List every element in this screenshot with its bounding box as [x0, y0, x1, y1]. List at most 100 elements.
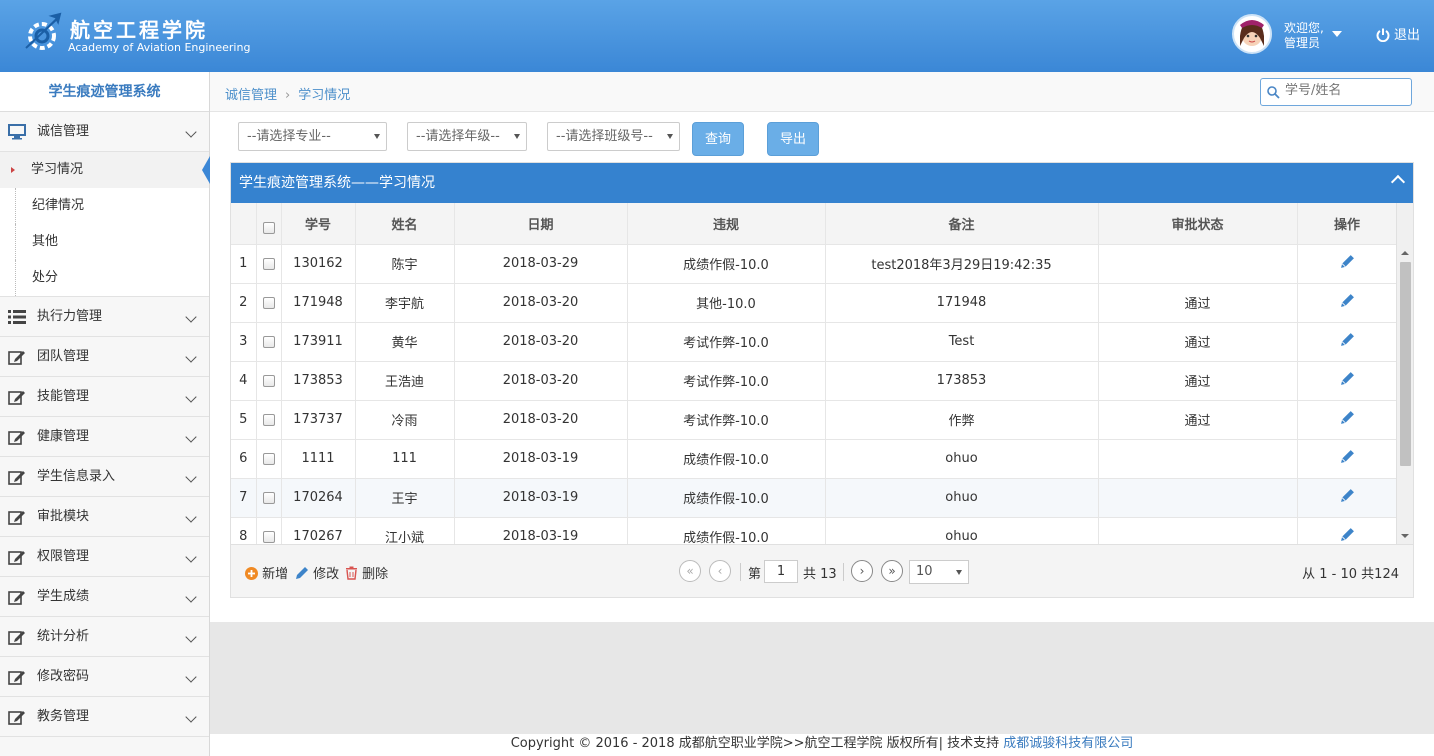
- chevron-down-icon: [185, 126, 197, 138]
- table-row[interactable]: 1 130162 陈宇 2018-03-29 成绩作假-10.0 test2018年3月2…: [231, 244, 1397, 284]
- header-note[interactable]: 备注: [825, 203, 1099, 245]
- major-select[interactable]: --请选择专业--: [238, 122, 387, 151]
- sidebar-item-approval[interactable]: 审批模块: [0, 497, 209, 537]
- row-select-checkbox[interactable]: [262, 335, 275, 348]
- sidebar-item-label: 团队管理: [37, 349, 90, 364]
- submenu-item-punishment[interactable]: 处分: [15, 260, 209, 296]
- table-row[interactable]: 2 171948 李宇航 2018-03-20 其他-10.0 171948 通过: [231, 283, 1397, 323]
- sidebar-item-permissions[interactable]: 权限管理: [0, 537, 209, 577]
- chevron-up-icon[interactable]: [1390, 174, 1406, 190]
- sidebar-item-team[interactable]: 团队管理: [0, 337, 209, 377]
- query-button[interactable]: 查询: [692, 122, 744, 156]
- row-checkbox[interactable]: [256, 478, 282, 518]
- cell-actions: [1297, 322, 1397, 362]
- scroll-up-icon[interactable]: [1401, 251, 1409, 255]
- sidebar-item-execution[interactable]: 执行力管理: [0, 297, 209, 337]
- user-avatar-icon: [1240, 20, 1264, 46]
- page-size-select[interactable]: 10: [909, 560, 969, 584]
- sidebar-item-statistics[interactable]: 统计分析: [0, 617, 209, 657]
- header-name[interactable]: 姓名: [355, 203, 455, 245]
- first-page-icon[interactable]: «: [679, 560, 701, 582]
- sidebar-item-skills[interactable]: 技能管理: [0, 377, 209, 417]
- pencil-icon[interactable]: [1340, 332, 1355, 347]
- sidebar-item-student-info[interactable]: 学生信息录入: [0, 457, 209, 497]
- row-checkbox[interactable]: [256, 322, 282, 362]
- breadcrumb-parent[interactable]: 诚信管理: [225, 88, 277, 103]
- cell-name: 111: [355, 439, 455, 479]
- pencil-icon[interactable]: [1340, 410, 1355, 425]
- header-student-id[interactable]: 学号: [281, 203, 356, 245]
- row-index: 8: [231, 517, 257, 544]
- cell-actions: [1297, 283, 1397, 323]
- table-row[interactable]: 3 173911 黄华 2018-03-20 考试作弊-10.0 Test 通过: [231, 322, 1397, 362]
- cell-violation: 考试作弊-10.0: [627, 322, 826, 362]
- logo-english-name: Academy of Aviation Engineering: [68, 41, 251, 54]
- submenu-item-other[interactable]: 其他: [15, 224, 209, 260]
- table-viewport[interactable]: 学号 姓名 日期 违规 备注 审批状态 操作 1 130162 陈宇 2018-03-…: [231, 203, 1397, 544]
- user-menu[interactable]: 欢迎您, 管理员: [1232, 14, 1344, 58]
- footer-vendor-link[interactable]: 成都诚骏科技有限公司: [1003, 736, 1133, 751]
- search-input[interactable]: [1285, 83, 1405, 98]
- table-row[interactable]: 7 170264 王宇 2018-03-19 成绩作假-10.0 ohuo: [231, 478, 1397, 518]
- row-checkbox[interactable]: [256, 439, 282, 479]
- add-button[interactable]: 新增: [245, 563, 288, 582]
- grade-select[interactable]: --请选择年级--: [407, 122, 527, 151]
- prev-page-icon[interactable]: ‹: [709, 560, 731, 582]
- sidebar-item-academic[interactable]: 教务管理: [0, 697, 209, 737]
- scroll-down-icon[interactable]: [1401, 534, 1409, 538]
- row-select-checkbox[interactable]: [262, 491, 275, 504]
- logout-label: 退出: [1393, 28, 1420, 43]
- row-select-checkbox[interactable]: [262, 452, 275, 465]
- grade-select-value: --请选择年级--: [416, 129, 500, 144]
- sidebar-item-health[interactable]: 健康管理: [0, 417, 209, 457]
- delete-button[interactable]: 删除: [345, 563, 388, 582]
- scrollbar-thumb[interactable]: [1400, 262, 1411, 466]
- table-row[interactable]: 4 173853 王浩迪 2018-03-20 考试作弊-10.0 173853 通过: [231, 361, 1397, 401]
- sidebar-item-integrity[interactable]: 诚信管理: [0, 112, 209, 152]
- sidebar-item-password[interactable]: 修改密码: [0, 657, 209, 697]
- row-select-checkbox[interactable]: [262, 413, 275, 426]
- pencil-icon[interactable]: [1340, 488, 1355, 503]
- pencil-icon[interactable]: [1340, 449, 1355, 464]
- last-page-icon[interactable]: »: [881, 560, 903, 582]
- vertical-scrollbar[interactable]: [1396, 203, 1413, 544]
- submenu-item-study[interactable]: 学习情况: [0, 152, 210, 188]
- next-page-icon[interactable]: ›: [851, 560, 873, 582]
- logout-button[interactable]: 退出: [1376, 24, 1420, 43]
- class-select[interactable]: --请选择班级号--: [547, 122, 680, 151]
- school-logo[interactable]: 航空工程学院 Academy of Aviation Engineering: [20, 8, 250, 64]
- header-select-all[interactable]: [256, 203, 282, 245]
- breadcrumb-separator-icon: ›: [285, 88, 291, 103]
- header-date[interactable]: 日期: [454, 203, 628, 245]
- row-select-checkbox[interactable]: [262, 374, 275, 387]
- edit-label: 修改: [313, 567, 340, 582]
- export-button[interactable]: 导出: [767, 122, 819, 156]
- row-select-checkbox[interactable]: [262, 530, 275, 543]
- pencil-icon[interactable]: [1340, 254, 1355, 269]
- pencil-icon[interactable]: [1340, 293, 1355, 308]
- chevron-down-icon[interactable]: [1332, 31, 1342, 37]
- cell-status: 通过: [1098, 283, 1298, 323]
- pencil-icon[interactable]: [1340, 371, 1355, 386]
- table-row[interactable]: 8 170267 江小斌 2018-03-19 成绩作假-10.0 ohuo: [231, 517, 1397, 544]
- row-checkbox[interactable]: [256, 517, 282, 544]
- sidebar-item-grades[interactable]: 学生成绩: [0, 577, 209, 617]
- page-number-input[interactable]: 1: [764, 560, 798, 583]
- search-box[interactable]: [1260, 78, 1412, 106]
- header-violation[interactable]: 违规: [627, 203, 826, 245]
- row-checkbox[interactable]: [256, 283, 282, 323]
- table-row[interactable]: 6 1111 111 2018-03-19 成绩作假-10.0 ohuo: [231, 439, 1397, 479]
- submenu-item-discipline[interactable]: 纪律情况: [15, 188, 209, 224]
- select-all-checkbox[interactable]: [262, 222, 275, 235]
- row-checkbox[interactable]: [256, 400, 282, 440]
- cell-status: [1098, 517, 1298, 544]
- row-select-checkbox[interactable]: [262, 257, 275, 270]
- pencil-icon[interactable]: [1340, 527, 1355, 542]
- row-select-checkbox[interactable]: [262, 296, 275, 309]
- row-checkbox[interactable]: [256, 244, 282, 284]
- table-row[interactable]: 5 173737 冷雨 2018-03-20 考试作弊-10.0 作弊 通过: [231, 400, 1397, 440]
- edit-icon: [8, 711, 25, 725]
- row-checkbox[interactable]: [256, 361, 282, 401]
- header-status[interactable]: 审批状态: [1098, 203, 1298, 245]
- edit-button[interactable]: 修改: [295, 563, 339, 582]
